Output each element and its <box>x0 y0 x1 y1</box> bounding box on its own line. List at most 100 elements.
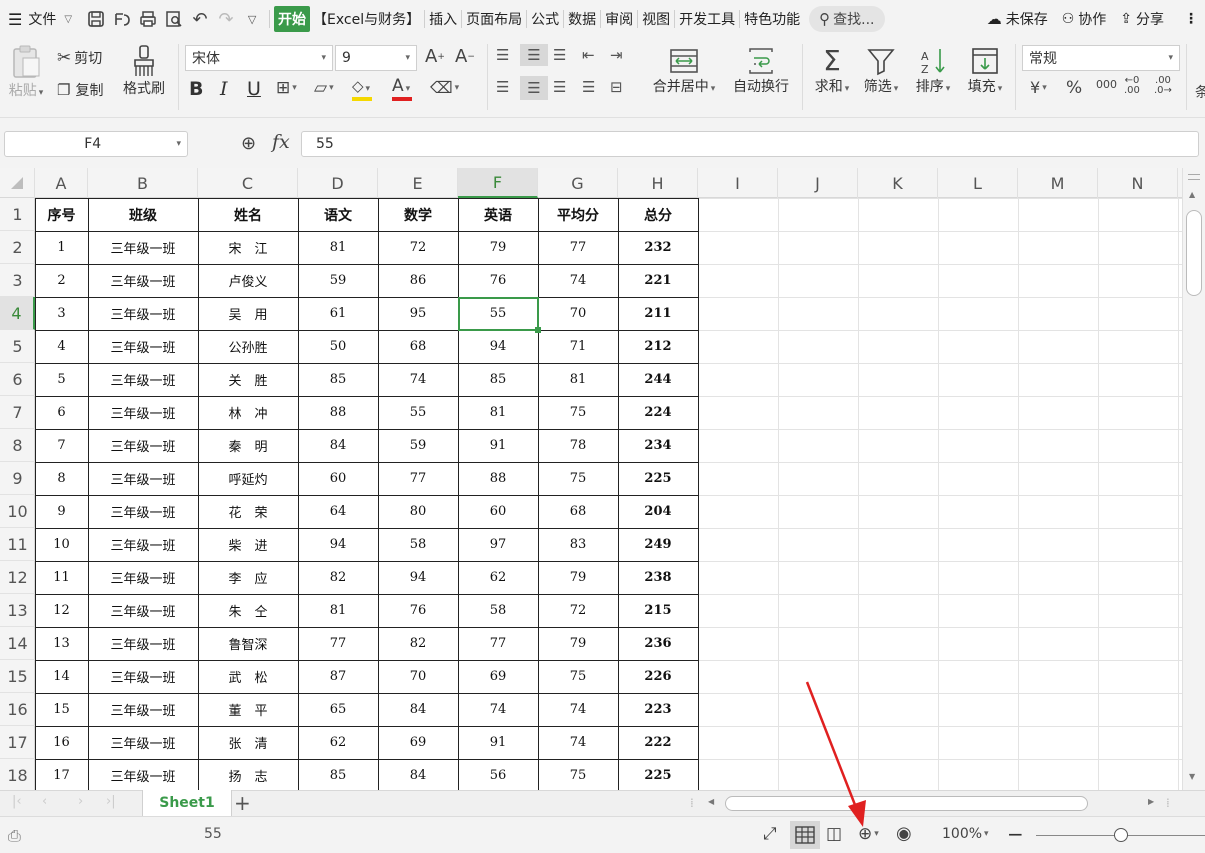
table-cell[interactable]: 77 <box>538 231 618 264</box>
table-cell[interactable]: 14 <box>35 660 88 693</box>
copy-button[interactable]: ❐ 复制 <box>57 80 103 100</box>
table-cell[interactable]: 三年级一班 <box>88 528 198 561</box>
column-header-h[interactable]: H <box>618 168 698 198</box>
table-cell[interactable]: 81 <box>538 363 618 396</box>
table-cell[interactable]: 50 <box>298 330 378 363</box>
table-cell[interactable]: 88 <box>458 462 538 495</box>
row-header-5[interactable]: 5 <box>0 330 35 363</box>
table-cell[interactable]: 211 <box>618 297 698 330</box>
distributed-icon[interactable]: ⊟ <box>610 78 623 96</box>
add-sheet-button[interactable]: + <box>234 791 251 815</box>
horizontal-scroll-thumb[interactable] <box>725 796 1088 811</box>
sheet-tab-sheet1[interactable]: Sheet1 <box>142 790 232 816</box>
table-cell[interactable]: 4 <box>35 330 88 363</box>
export-icon[interactable] <box>111 8 133 30</box>
table-cell[interactable]: 91 <box>458 726 538 759</box>
table-cell[interactable]: 三年级一班 <box>88 495 198 528</box>
table-cell[interactable]: 2 <box>35 264 88 297</box>
table-cell[interactable]: 60 <box>458 495 538 528</box>
table-cell[interactable]: 225 <box>618 462 698 495</box>
page-layout-view-icon[interactable]: ◫ <box>826 824 842 844</box>
clear-format-button[interactable]: ⌫ ▾ <box>430 78 459 97</box>
table-header-cell[interactable]: 姓名 <box>198 198 298 231</box>
search-button[interactable]: ⚲ 查找... <box>809 6 885 32</box>
table-cell[interactable]: 三年级一班 <box>88 264 198 297</box>
table-cell[interactable]: 62 <box>298 726 378 759</box>
table-cell[interactable]: 232 <box>618 231 698 264</box>
table-cell[interactable]: 88 <box>298 396 378 429</box>
column-header-k[interactable]: K <box>858 168 938 198</box>
table-cell[interactable]: 74 <box>538 726 618 759</box>
table-cell[interactable]: 84 <box>298 429 378 462</box>
normal-view-button[interactable] <box>790 821 820 849</box>
table-header-cell[interactable]: 平均分 <box>538 198 618 231</box>
table-cell[interactable]: 234 <box>618 429 698 462</box>
wrap-text-button[interactable]: 自动换行 <box>726 46 796 96</box>
table-cell[interactable]: 64 <box>298 495 378 528</box>
column-header-c[interactable]: C <box>198 168 298 198</box>
table-cell[interactable]: 70 <box>378 660 458 693</box>
justify-icon[interactable]: ☰ <box>582 78 595 96</box>
tab-review[interactable]: 审阅 <box>602 6 636 32</box>
row-header-10[interactable]: 10 <box>0 495 35 528</box>
table-cell[interactable]: 65 <box>298 693 378 726</box>
table-cell[interactable]: 81 <box>298 231 378 264</box>
table-cell[interactable]: 74 <box>538 693 618 726</box>
table-cell[interactable]: 58 <box>458 594 538 627</box>
table-cell[interactable]: 三年级一班 <box>88 627 198 660</box>
table-cell[interactable]: 223 <box>618 693 698 726</box>
format-painter-button[interactable]: 格式刷 <box>118 44 170 98</box>
quick-access-dropdown-icon[interactable]: ▽ <box>241 8 263 30</box>
table-cell[interactable]: 三年级一班 <box>88 561 198 594</box>
table-cell[interactable]: 武 松 <box>198 660 298 693</box>
row-header-9[interactable]: 9 <box>0 462 35 495</box>
table-cell[interactable]: 三年级一班 <box>88 462 198 495</box>
border-button[interactable]: ⊞ ▾ <box>276 78 297 98</box>
underline-button[interactable]: U <box>247 78 261 100</box>
row-header-17[interactable]: 17 <box>0 726 35 759</box>
table-cell[interactable]: 扬 志 <box>198 759 298 790</box>
eye-protection-icon[interactable]: ◉ <box>896 823 912 844</box>
align-top-icon[interactable]: ☰ <box>496 46 509 64</box>
table-cell[interactable]: 79 <box>458 231 538 264</box>
row-header-6[interactable]: 6 <box>0 363 35 396</box>
table-cell[interactable]: 17 <box>35 759 88 790</box>
table-cell[interactable]: 花 荣 <box>198 495 298 528</box>
row-header-18[interactable]: 18 <box>0 759 35 792</box>
spreadsheet-grid[interactable]: 序号 班级 姓名 语文 数学 英语 平均分 总分 1 三年级一班宋 江 81 72 79 77 232 2 三年… <box>35 198 1182 790</box>
row-header-14[interactable]: 14 <box>0 627 35 660</box>
table-cell[interactable]: 公孙胜 <box>198 330 298 363</box>
row-header-13[interactable]: 13 <box>0 594 35 627</box>
table-cell[interactable]: 97 <box>458 528 538 561</box>
share-button[interactable]: ⇪ 分享 <box>1117 6 1167 32</box>
tab-excel-finance[interactable]: 【Excel与财务】 <box>310 6 423 32</box>
row-header-16[interactable]: 16 <box>0 693 35 726</box>
save-icon[interactable] <box>85 8 107 30</box>
table-cell[interactable]: 12 <box>35 594 88 627</box>
merge-center-button[interactable]: 合并居中 ▾ <box>645 46 723 96</box>
table-cell[interactable]: 三年级一班 <box>88 693 198 726</box>
file-menu[interactable]: ☰ 文件 ▽ <box>0 6 75 32</box>
table-cell[interactable]: 222 <box>618 726 698 759</box>
column-header-a[interactable]: A <box>35 168 88 198</box>
table-cell[interactable]: 69 <box>458 660 538 693</box>
table-cell[interactable]: 77 <box>298 627 378 660</box>
table-cell[interactable]: 68 <box>378 330 458 363</box>
table-cell[interactable]: 71 <box>538 330 618 363</box>
select-all-corner[interactable] <box>0 168 35 198</box>
fill-handle[interactable] <box>535 327 541 333</box>
paste-button[interactable]: 粘贴 ▾ <box>6 44 46 100</box>
scroll-up-arrow-icon[interactable]: ▲ <box>1189 190 1195 199</box>
fullscreen-icon[interactable]: ⤢ <box>763 824 777 844</box>
table-cell[interactable]: 236 <box>618 627 698 660</box>
table-header-cell[interactable]: 英语 <box>458 198 538 231</box>
table-header-cell[interactable]: 总分 <box>618 198 698 231</box>
table-cell[interactable]: 董 平 <box>198 693 298 726</box>
row-header-3[interactable]: 3 <box>0 264 35 297</box>
table-cell[interactable]: 三年级一班 <box>88 726 198 759</box>
macro-record-icon[interactable]: ⎙ <box>8 826 21 846</box>
table-cell[interactable]: 吴 用 <box>198 297 298 330</box>
table-cell[interactable]: 77 <box>458 627 538 660</box>
table-cell[interactable]: 三年级一班 <box>88 759 198 790</box>
percent-button[interactable]: % <box>1066 78 1082 98</box>
